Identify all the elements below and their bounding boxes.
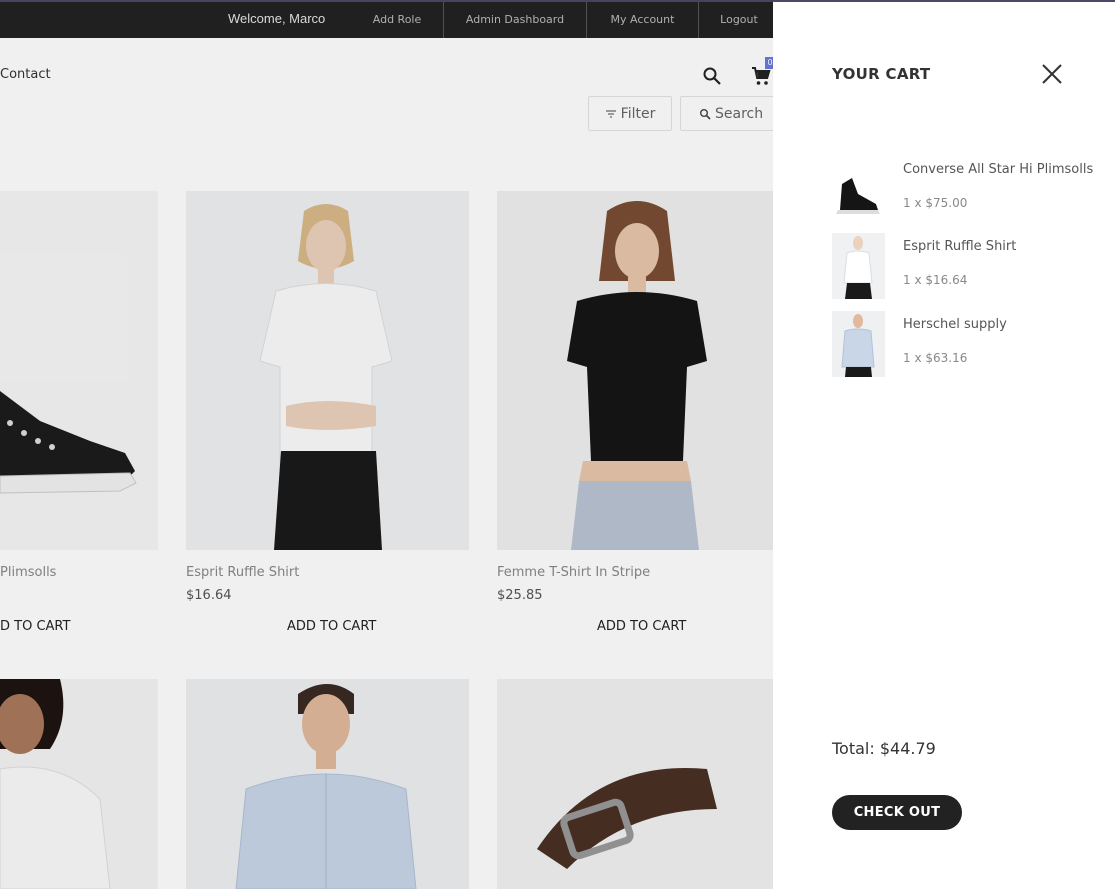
cart-drawer: YOUR CART Converse All Star Hi Plimsolls…: [773, 0, 1115, 889]
cart-item[interactable]: Converse All Star Hi Plimsolls 1 x $75.0…: [832, 156, 1112, 222]
cart-item-qty-price: 1 x $75.00: [903, 196, 968, 210]
white-shirt-thumbnail-image: [832, 233, 885, 299]
cart-item-name[interactable]: Herschel supply: [903, 317, 1007, 332]
cart-item-name[interactable]: Converse All Star Hi Plimsolls: [903, 162, 1093, 177]
cart-total: Total: $44.79: [832, 739, 936, 758]
cart-item-name[interactable]: Esprit Ruffle Shirt: [903, 239, 1016, 254]
cart-item-thumbnail[interactable]: [832, 311, 885, 377]
cart-item-qty-price: 1 x $63.16: [903, 351, 968, 365]
cart-item-qty-price: 1 x $16.64: [903, 273, 968, 287]
cart-item-thumbnail[interactable]: [832, 156, 885, 222]
cart-item[interactable]: Herschel supply 1 x $63.16: [832, 311, 1112, 377]
cart-item[interactable]: Esprit Ruffle Shirt 1 x $16.64: [832, 233, 1112, 299]
blue-shirt-thumbnail-image: [832, 311, 885, 377]
cart-item-thumbnail[interactable]: [832, 233, 885, 299]
checkout-button[interactable]: CHECK OUT: [832, 795, 962, 830]
cart-title: YOUR CART: [832, 65, 931, 83]
sneaker-thumbnail-image: [832, 156, 885, 222]
page-dim-overlay[interactable]: [0, 0, 773, 889]
close-icon[interactable]: [1040, 62, 1064, 86]
